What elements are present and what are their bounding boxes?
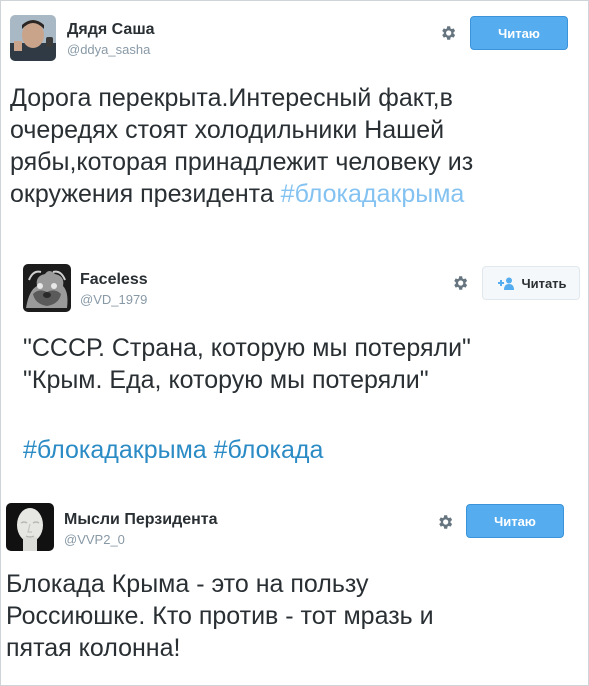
tweet-text-line: "Крым. Еда, которую мы потеряли" [23, 366, 429, 394]
gear-icon[interactable] [451, 274, 469, 292]
following-button-label: Читаю [498, 25, 540, 41]
hashtag-link[interactable]: #блокадакрыма [23, 436, 207, 464]
follow-plus-icon [498, 277, 515, 290]
tweet-text: "СССР. Страна, которую мы потеряли" "Кры… [23, 332, 471, 466]
tweet-text-line: Дорога перекрыта.Интересный факт,в [10, 84, 453, 112]
follow-button-label: Читать [521, 275, 567, 291]
hashtag-link[interactable]: #блокада [214, 436, 324, 464]
author-handle[interactable]: @VD_1979 [80, 292, 147, 307]
tweet-1: Дядя Саша @ddya_sasha Читаю Дорога перек… [0, 0, 589, 240]
gear-icon[interactable] [439, 24, 457, 42]
tweet-text-line: Россиюшке. Кто против - тот мразь и [6, 602, 434, 630]
tweet-text-line: рябы,которая принадлежит человеку из [10, 148, 474, 176]
avatar[interactable] [10, 15, 56, 61]
tweet-3: Мысли Перзидента @VVP2_0 Читаю Блокада К… [0, 490, 589, 686]
tweet-2: Faceless @VD_1979 Читать "СССР. Страна, … [0, 240, 589, 490]
author-name[interactable]: Мысли Перзидента [64, 511, 218, 529]
avatar[interactable] [23, 264, 71, 312]
tweet-text-line: #блокадакрыма #блокада [23, 434, 471, 466]
tweet-text-line: пятая колонна! [6, 634, 181, 662]
following-button[interactable]: Читаю [466, 504, 564, 538]
tweet-text-line: "СССР. Страна, которую мы потеряли" [23, 334, 471, 362]
following-button[interactable]: Читаю [470, 16, 568, 50]
gear-icon[interactable] [436, 513, 454, 531]
author-name[interactable]: Faceless [80, 271, 148, 289]
tweet-text-line: очередях стоят холодильники Нашей [10, 116, 445, 144]
tweet-text-line: Блокада Крыма - это на пользу [6, 570, 369, 598]
author-handle[interactable]: @ddya_sasha [67, 42, 150, 57]
tweet-text: Дорога перекрыта.Интересный факт,в очере… [10, 82, 473, 210]
tweet-text: Блокада Крыма - это на пользу Россиюшке.… [6, 568, 434, 664]
follow-button[interactable]: Читать [482, 266, 580, 300]
avatar[interactable] [6, 503, 54, 551]
tweet-text-line-start: окружения президента [10, 180, 281, 208]
hashtag-link[interactable]: #блокадакрыма [281, 180, 465, 208]
following-button-label: Читаю [494, 513, 536, 529]
author-name[interactable]: Дядя Саша [67, 21, 155, 39]
tweet-text-line: окружения президента #блокадакрыма [10, 178, 473, 210]
author-handle[interactable]: @VVP2_0 [64, 532, 125, 547]
